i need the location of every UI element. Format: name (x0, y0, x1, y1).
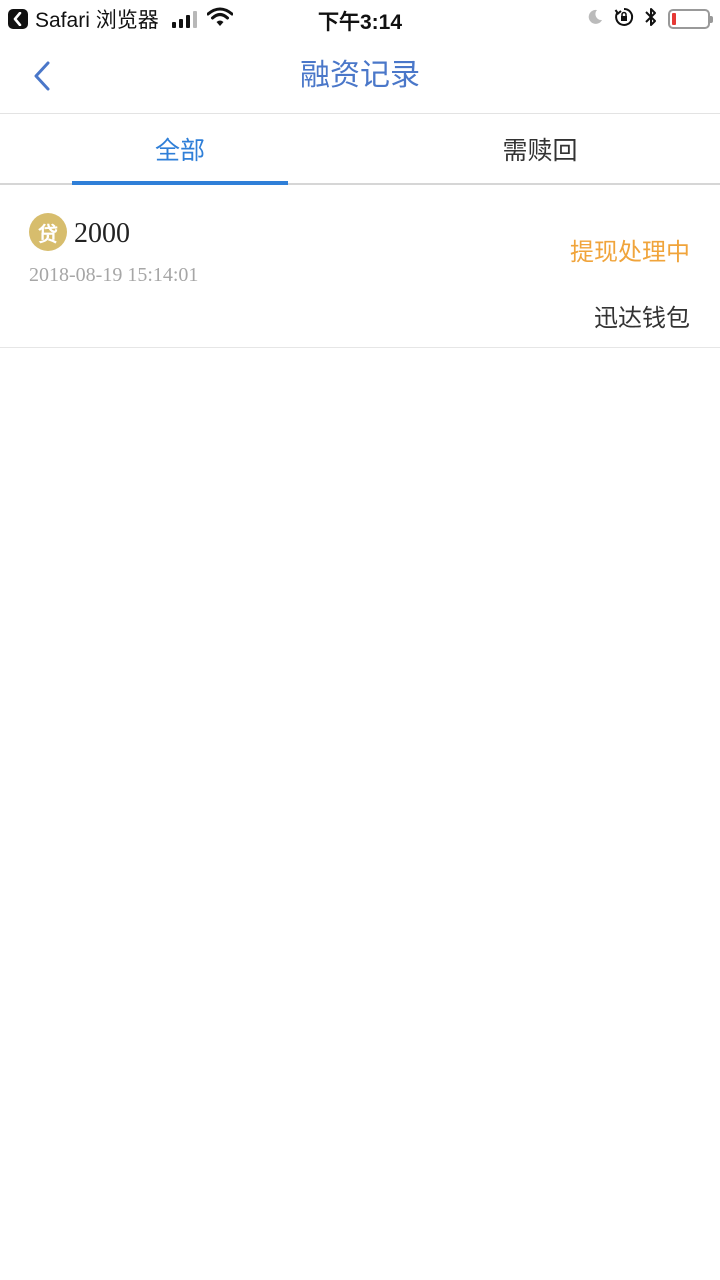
page-title: 融资记录 (300, 58, 420, 93)
record-status: 提现处理中 (570, 238, 690, 266)
tab-all-label: 全部 (154, 136, 205, 165)
tab-bar: 全部 需赎回 (0, 115, 720, 185)
loan-badge-icon: 贷 (29, 213, 67, 251)
record-wallet: 迅达钱包 (594, 304, 690, 332)
list-item[interactable]: 贷 2000 2018-08-19 15:14:01 提现处理中 迅达钱包 (0, 186, 720, 348)
do-not-disturb-icon (586, 8, 604, 30)
status-bar-right (586, 6, 713, 32)
tab-all[interactable]: 全部 (0, 115, 360, 185)
rotation-lock-icon (614, 7, 634, 31)
battery-nub (710, 16, 713, 23)
nav-bar: 融资记录 (0, 38, 720, 114)
tab-active-indicator (72, 181, 288, 185)
record-date: 2018-08-19 15:14:01 (29, 264, 199, 286)
bluetooth-icon (644, 7, 658, 31)
tab-redeem[interactable]: 需赎回 (360, 115, 720, 183)
battery-level (672, 13, 677, 25)
record-amount: 2000 (74, 218, 130, 249)
battery-icon (668, 9, 713, 29)
status-bar: Safari 浏览器 下午3:14 (0, 0, 720, 38)
tab-redeem-label: 需赎回 (502, 136, 578, 165)
